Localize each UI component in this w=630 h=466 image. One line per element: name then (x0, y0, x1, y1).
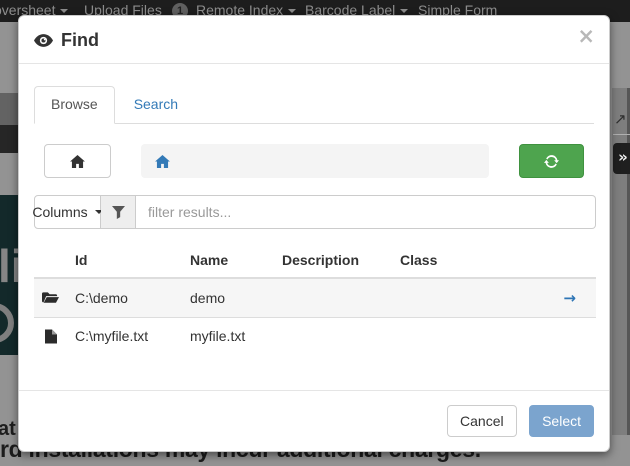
cell-description (274, 278, 392, 318)
cell-id: C:\myfile.txt (67, 318, 182, 355)
background-block (0, 125, 18, 153)
filter-group: Columns (34, 195, 596, 229)
row-icon-cell (34, 318, 67, 355)
select-button[interactable]: Select (529, 405, 594, 437)
cell-class (392, 318, 532, 355)
tab-bar: Browse Search (34, 86, 594, 124)
refresh-icon (544, 154, 559, 169)
column-header-description[interactable]: Description (274, 243, 392, 278)
tab-search[interactable]: Search (117, 86, 195, 124)
eye-icon (34, 34, 53, 47)
breadcrumb[interactable] (141, 144, 489, 178)
table-row[interactable]: C:\demo demo → (34, 278, 596, 318)
collapse-chevrons-icon[interactable]: » (613, 143, 630, 174)
cell-class (392, 278, 532, 318)
browse-toolbar (34, 144, 594, 178)
filter-results-input[interactable] (136, 195, 596, 229)
cell-id: C:\demo (67, 278, 182, 318)
home-button[interactable] (44, 144, 111, 178)
results-table: Id Name Description Class (34, 243, 596, 354)
filter-funnel-icon (112, 206, 125, 219)
modal-body: Browse Search (19, 64, 609, 354)
modal-footer: Cancel Select (19, 390, 609, 451)
column-header-icon (34, 243, 67, 278)
background-sidebar-fragment: li (0, 195, 18, 355)
tab-browse[interactable]: Browse (34, 86, 115, 124)
cell-name: myfile.txt (182, 318, 274, 355)
cell-name: demo (182, 278, 274, 318)
file-icon (45, 329, 59, 344)
column-header-actions (532, 243, 596, 278)
refresh-button[interactable] (519, 144, 584, 178)
columns-dropdown-button[interactable]: Columns (34, 195, 101, 229)
home-icon (70, 155, 85, 168)
cell-actions (532, 318, 596, 355)
drill-in-arrow-icon[interactable]: → (532, 278, 596, 318)
background-text-fragment: li (0, 243, 18, 289)
background-circle-fragment (0, 303, 14, 343)
folder-open-icon (42, 292, 59, 305)
modal-title-text: Find (61, 30, 99, 51)
background-divider (613, 134, 630, 135)
modal-header: Find × (19, 16, 609, 64)
column-header-name[interactable]: Name (182, 243, 274, 278)
table-header-row: Id Name Description Class (34, 243, 596, 278)
modal-title: Find (34, 30, 594, 51)
expand-arrow-icon[interactable]: ↗ (614, 110, 627, 128)
breadcrumb-home-icon[interactable] (155, 155, 170, 168)
cancel-button[interactable]: Cancel (447, 405, 517, 437)
column-header-id[interactable]: Id (67, 243, 182, 278)
caret-icon (288, 9, 296, 13)
caret-icon (60, 9, 68, 13)
filter-addon (101, 195, 136, 229)
cell-description (274, 318, 392, 355)
row-icon-cell (34, 278, 67, 318)
column-header-class[interactable]: Class (392, 243, 532, 278)
background-block (0, 93, 18, 125)
caret-icon (400, 9, 408, 13)
close-icon[interactable]: × (577, 26, 595, 47)
find-modal: Find × Browse Search (18, 15, 610, 452)
table-row[interactable]: C:\myfile.txt myfile.txt (34, 318, 596, 355)
